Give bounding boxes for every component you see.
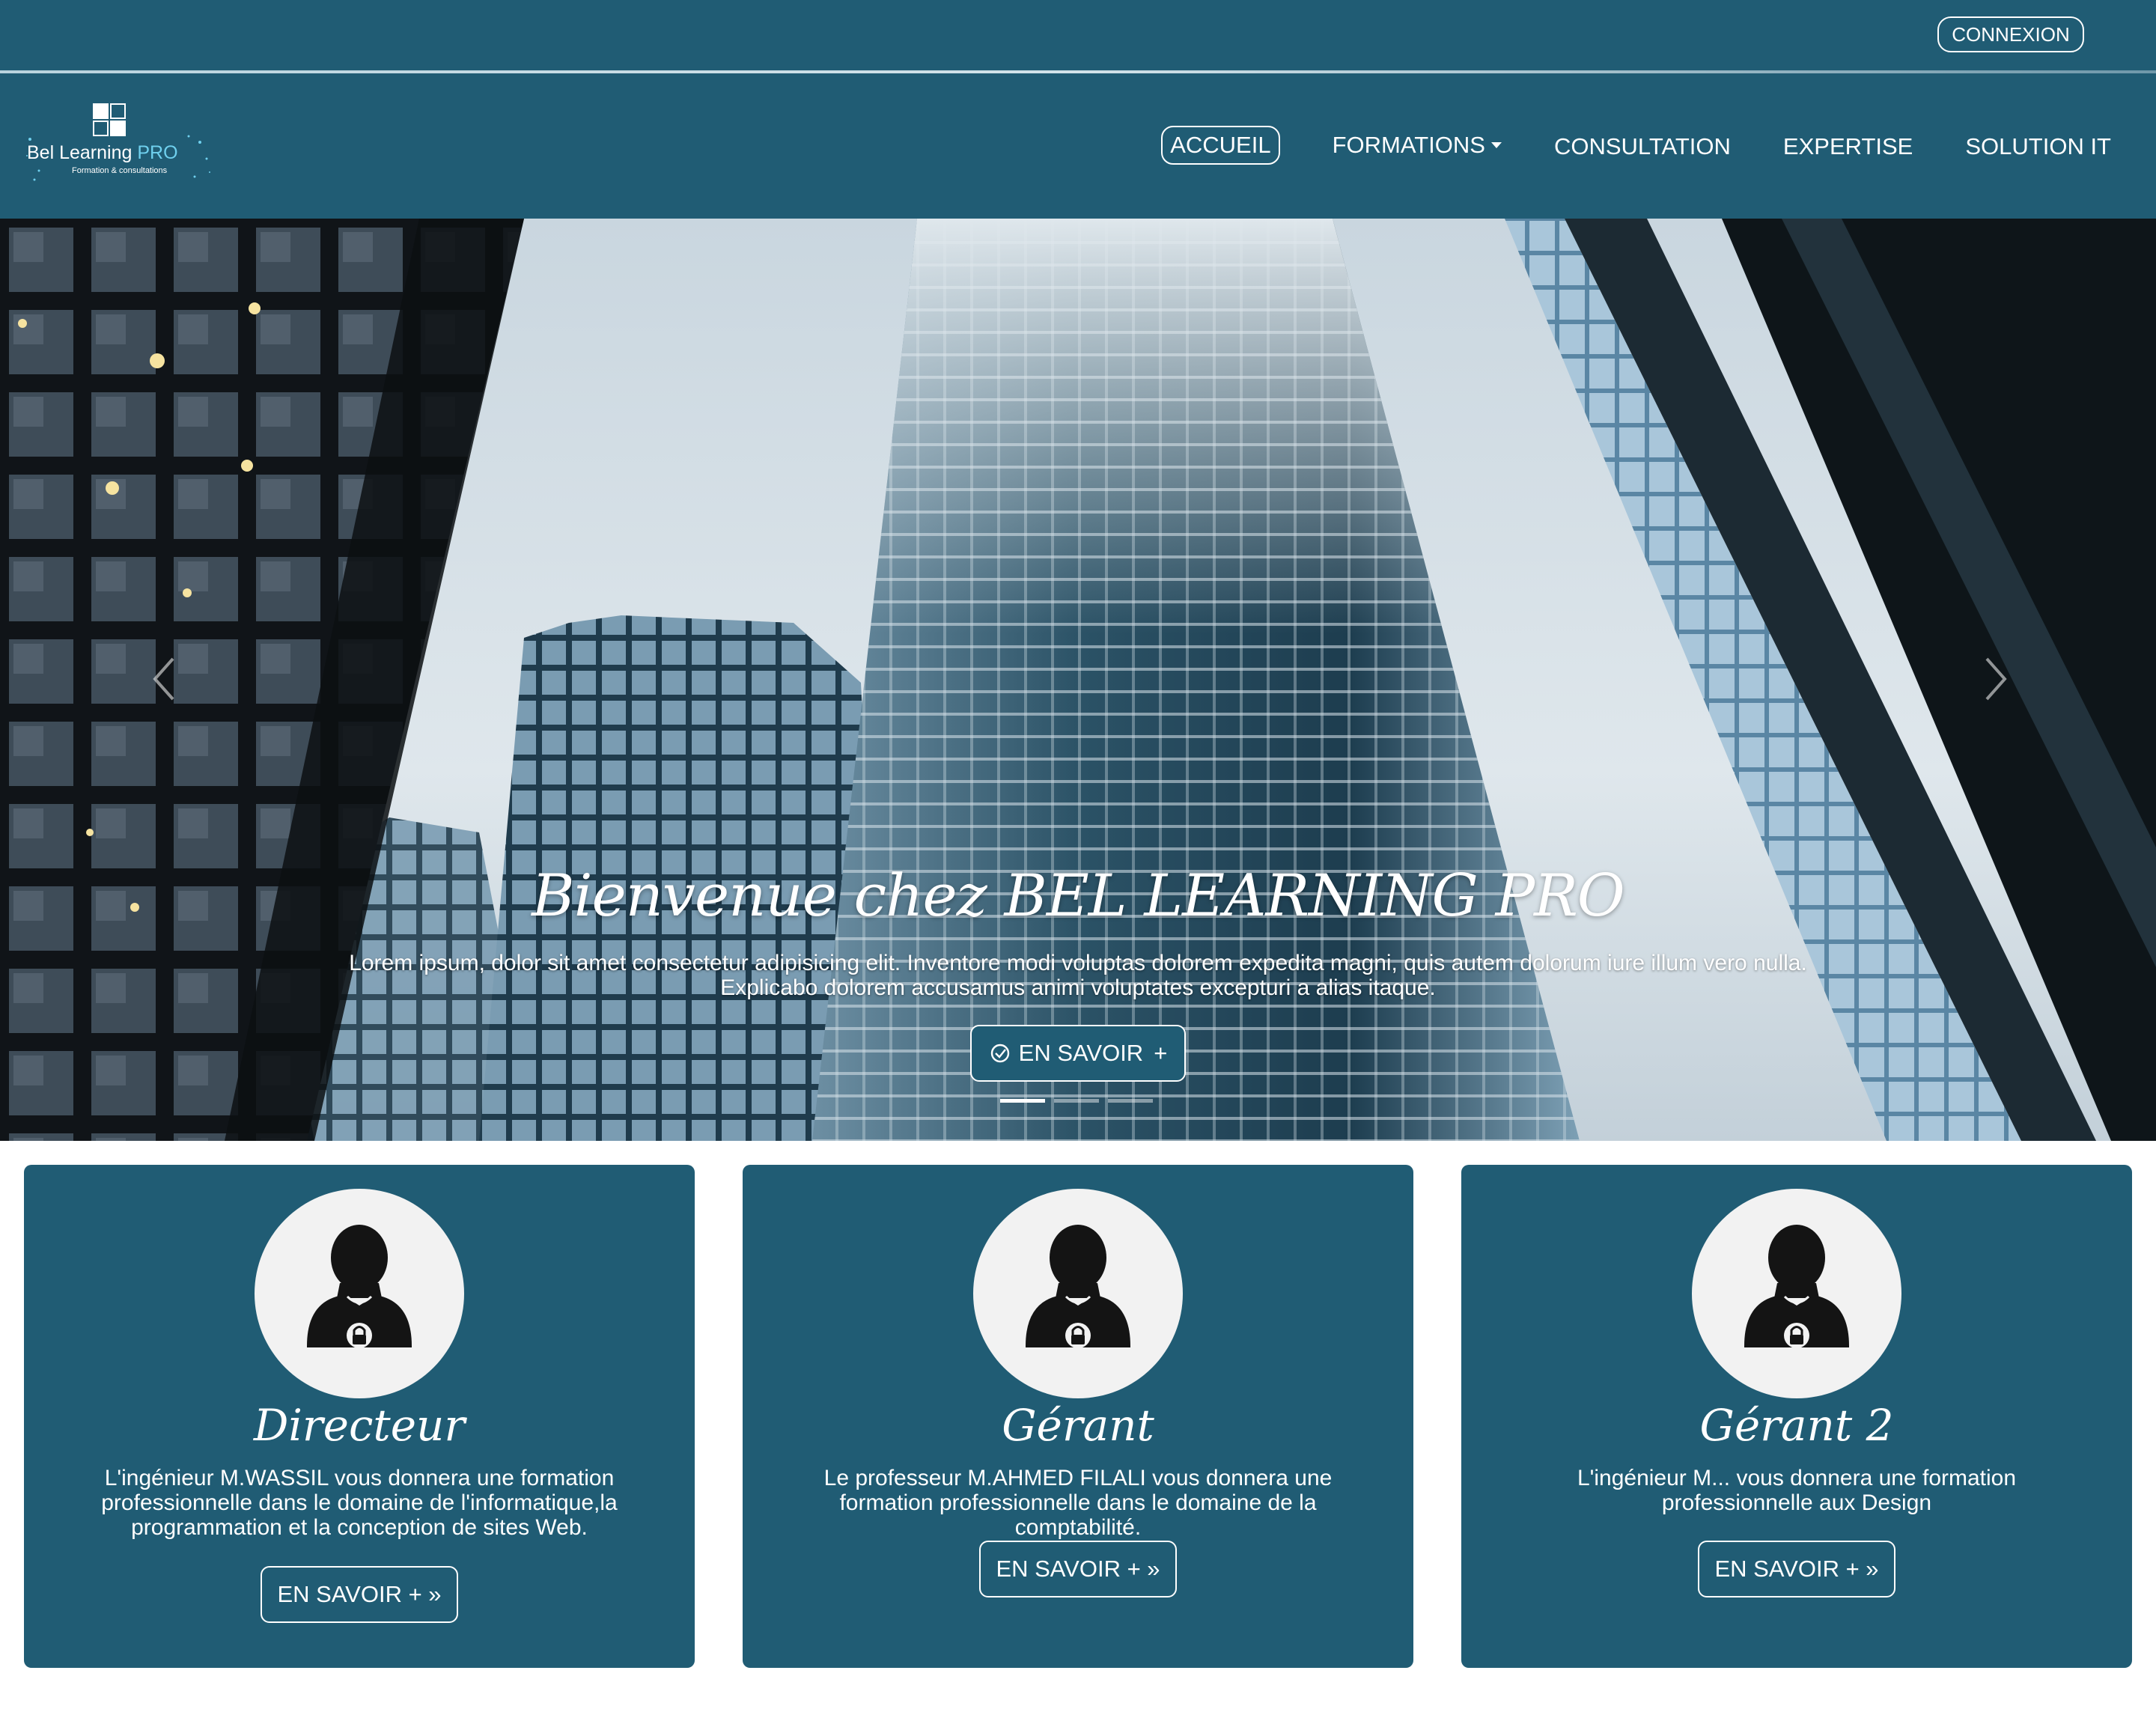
card-description: L'ingénieur M.WASSIL vous donnera une fo…: [101, 1466, 618, 1540]
skyscrapers-background-image: [0, 219, 2156, 1141]
hero-carousel: Bienvenue chez BEL LEARNING PRO Lorem ip…: [0, 219, 2156, 1141]
card-title: Gérant: [1002, 1400, 1154, 1451]
hero-button-label: EN SAVOIR: [1018, 1040, 1144, 1066]
card-learn-more-button[interactable]: EN SAVOIR + »: [979, 1541, 1177, 1597]
logo-pro: PRO: [137, 142, 178, 163]
team-card-gerant: Gérant Le professeur M.AHMED FILALI vous…: [743, 1165, 1413, 1668]
card-title: Directeur: [253, 1400, 466, 1451]
user-lock-icon: [1026, 1225, 1130, 1348]
avatar: [255, 1189, 464, 1398]
carousel-next-arrow-icon[interactable]: [1976, 653, 2014, 705]
carousel-indicator-3[interactable]: [1108, 1099, 1153, 1103]
card-description: Le professeur M.AHMED FILALI vous donner…: [823, 1466, 1333, 1540]
carousel-prev-arrow-icon[interactable]: [146, 653, 183, 705]
card-title: Gérant 2: [1699, 1400, 1894, 1451]
avatar: [973, 1189, 1183, 1398]
main-navbar: Bel Learning PRO Formation & consultatio…: [0, 73, 2156, 219]
hero-button-plus: +: [1154, 1040, 1168, 1066]
caret-down-icon: [1490, 142, 1502, 148]
logo-tagline: Formation & consultations: [72, 166, 168, 175]
avatar: [1692, 1189, 1901, 1398]
user-lock-icon: [307, 1225, 412, 1348]
carousel-indicator-1[interactable]: [1000, 1099, 1045, 1103]
team-card-directeur: Directeur L'ingénieur M.WASSIL vous donn…: [24, 1165, 695, 1668]
site-logo[interactable]: Bel Learning PRO Formation & consultatio…: [26, 103, 210, 186]
login-button[interactable]: CONNEXION: [1937, 16, 2084, 52]
logo-title: Bel Learning PRO: [27, 142, 178, 164]
logo-name: Bel Learning: [27, 142, 133, 163]
nav-item-accueil[interactable]: ACCUEIL: [1161, 126, 1280, 165]
nav-item-consultation[interactable]: CONSULTATION: [1554, 133, 1731, 160]
user-lock-icon: [1744, 1225, 1849, 1348]
carousel-indicator-2[interactable]: [1054, 1099, 1099, 1103]
nav-item-formations[interactable]: FORMATIONS: [1333, 132, 1502, 159]
nav-item-solution-it[interactable]: SOLUTION IT: [1965, 133, 2111, 160]
nav-item-formations-label: FORMATIONS: [1332, 132, 1485, 158]
hero-title: Bienvenue chez BEL LEARNING PRO: [532, 862, 1625, 930]
card-learn-more-button[interactable]: EN SAVOIR + »: [261, 1566, 458, 1623]
team-card-gerant-2: Gérant 2 L'ingénieur M... vous donnera u…: [1461, 1165, 2132, 1668]
top-bar: CONNEXION: [0, 0, 2156, 72]
nav-menu: ACCUEIL FORMATIONS CONSULTATION EXPERTIS…: [1161, 126, 2111, 165]
card-learn-more-button[interactable]: EN SAVOIR + »: [1698, 1541, 1895, 1597]
carousel-indicators: [1000, 1099, 1162, 1103]
hero-description: Lorem ipsum, dolor sit amet consectetur …: [349, 951, 1807, 1000]
hero-learn-more-button[interactable]: EN SAVOIR +: [970, 1025, 1186, 1082]
check-circle-icon: [990, 1044, 1009, 1063]
nav-item-expertise[interactable]: EXPERTISE: [1783, 133, 1913, 160]
card-description: L'ingénieur M... vous donnera une format…: [1577, 1466, 2017, 1515]
